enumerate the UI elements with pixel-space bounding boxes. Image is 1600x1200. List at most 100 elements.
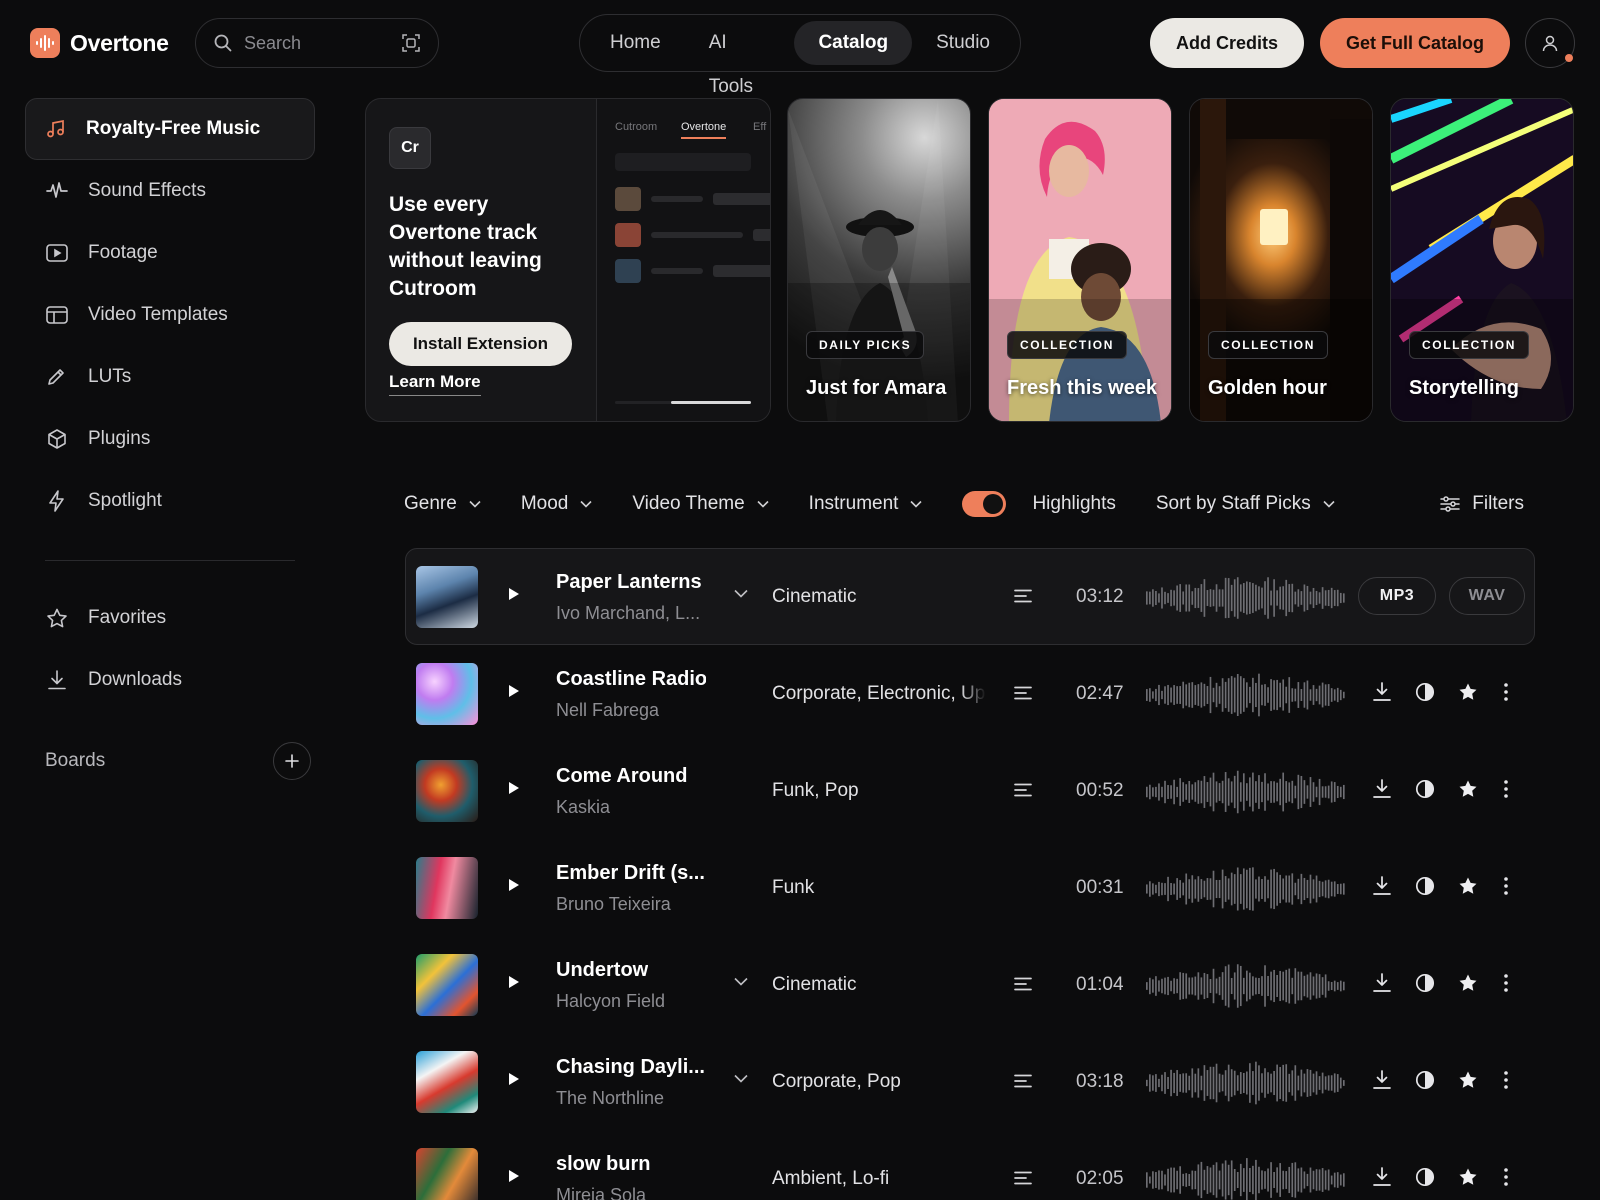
mp3-download-button[interactable]: MP3: [1358, 577, 1436, 615]
play-icon[interactable]: [508, 684, 520, 698]
download-icon[interactable]: [1372, 1070, 1392, 1090]
track-waveform[interactable]: [1146, 1158, 1346, 1200]
track-title[interactable]: Chasing Dayli...: [556, 1056, 705, 1079]
nav-tab-catalog[interactable]: Catalog: [794, 21, 913, 65]
collection-card-fresh-this-week[interactable]: COLLECTION Fresh this week: [988, 98, 1172, 422]
versions-chevron-icon[interactable]: [734, 589, 748, 598]
search-bar[interactable]: Search: [195, 18, 439, 68]
stems-icon[interactable]: [1014, 589, 1032, 603]
track-waveform[interactable]: [1146, 1061, 1346, 1105]
track-row[interactable]: Coastline Radio Nell Fabrega Corporate, …: [405, 645, 1535, 742]
instrument-filter-dropdown[interactable]: Instrument: [809, 493, 923, 515]
add-board-button[interactable]: [273, 742, 311, 780]
wav-download-button[interactable]: WAV: [1449, 577, 1525, 615]
download-icon[interactable]: [1372, 973, 1392, 993]
favorite-star-icon[interactable]: [1458, 1167, 1478, 1187]
collection-card-storytelling[interactable]: COLLECTION Storytelling: [1390, 98, 1574, 422]
track-waveform[interactable]: [1146, 576, 1346, 620]
similar-tracks-icon[interactable]: [1415, 876, 1435, 896]
track-artist[interactable]: Mireia Sola: [556, 1185, 646, 1200]
track-row[interactable]: Come Around Kaskia Funk, Pop 00:52: [405, 742, 1535, 839]
track-artist[interactable]: Ivo Marchand, L...: [556, 603, 700, 624]
sort-dropdown[interactable]: Sort by Staff Picks: [1156, 493, 1335, 515]
stems-icon[interactable]: [1014, 783, 1032, 797]
sidebar-item-sound-effects[interactable]: Sound Effects: [25, 160, 315, 222]
app-logo[interactable]: Overtone: [30, 28, 169, 58]
collection-card-just-for-amara[interactable]: DAILY PICKS Just for Amara: [787, 98, 971, 422]
track-waveform[interactable]: [1146, 964, 1346, 1008]
play-icon[interactable]: [508, 878, 520, 892]
track-waveform[interactable]: [1146, 673, 1346, 717]
track-title[interactable]: Undertow: [556, 959, 648, 982]
highlights-toggle[interactable]: [962, 491, 1007, 517]
track-artist[interactable]: Nell Fabrega: [556, 700, 659, 721]
download-icon[interactable]: [1372, 682, 1392, 702]
download-icon[interactable]: [1372, 876, 1392, 896]
track-row[interactable]: Undertow Halcyon Field Cinematic 01:04: [405, 936, 1535, 1033]
favorite-star-icon[interactable]: [1458, 682, 1478, 702]
track-title[interactable]: Come Around: [556, 765, 687, 788]
stems-icon[interactable]: [1014, 977, 1032, 991]
sidebar-item-downloads[interactable]: Downloads: [25, 649, 315, 711]
mood-filter-dropdown[interactable]: Mood: [521, 493, 593, 515]
track-artist[interactable]: Kaskia: [556, 797, 610, 818]
get-full-catalog-button[interactable]: Get Full Catalog: [1320, 18, 1510, 68]
sidebar-item-spotlight[interactable]: Spotlight: [25, 470, 315, 532]
sidebar-item-footage[interactable]: Footage: [25, 222, 315, 284]
track-title[interactable]: slow burn: [556, 1153, 650, 1176]
track-title[interactable]: Coastline Radio: [556, 668, 706, 691]
similar-tracks-icon[interactable]: [1415, 973, 1435, 993]
install-extension-button[interactable]: Install Extension: [389, 322, 572, 366]
favorite-star-icon[interactable]: [1458, 876, 1478, 896]
stems-icon[interactable]: [1014, 1171, 1032, 1185]
more-options-icon[interactable]: [1504, 973, 1508, 993]
track-artist[interactable]: The Northline: [556, 1088, 664, 1109]
more-options-icon[interactable]: [1504, 1167, 1508, 1187]
track-artist[interactable]: Bruno Teixeira: [556, 894, 671, 915]
download-icon[interactable]: [1372, 779, 1392, 799]
more-options-icon[interactable]: [1504, 682, 1508, 702]
collection-card-golden-hour[interactable]: COLLECTION Golden hour: [1189, 98, 1373, 422]
user-avatar[interactable]: [1525, 18, 1575, 68]
track-title[interactable]: Paper Lanterns: [556, 571, 702, 594]
more-options-icon[interactable]: [1504, 876, 1508, 896]
track-artist[interactable]: Halcyon Field: [556, 991, 665, 1012]
download-icon[interactable]: [1372, 1167, 1392, 1187]
favorite-star-icon[interactable]: [1458, 1070, 1478, 1090]
track-row[interactable]: Chasing Dayli... The Northline Corporate…: [405, 1033, 1535, 1130]
video-theme-filter-dropdown[interactable]: Video Theme: [632, 493, 769, 515]
highlights-toggle-group[interactable]: Highlights: [962, 491, 1116, 517]
versions-chevron-icon[interactable]: [734, 977, 748, 986]
similar-tracks-icon[interactable]: [1415, 779, 1435, 799]
track-row[interactable]: Paper Lanterns Ivo Marchand, L... Cinema…: [405, 548, 1535, 645]
play-icon[interactable]: [508, 587, 520, 601]
filters-button[interactable]: Filters: [1440, 493, 1524, 515]
stems-icon[interactable]: [1014, 686, 1032, 700]
play-icon[interactable]: [508, 781, 520, 795]
similar-tracks-icon[interactable]: [1415, 1070, 1435, 1090]
sidebar-item-royalty-free-music[interactable]: Royalty-Free Music: [25, 98, 315, 160]
favorite-star-icon[interactable]: [1458, 973, 1478, 993]
learn-more-link[interactable]: Learn More: [389, 372, 481, 396]
favorite-star-icon[interactable]: [1458, 779, 1478, 799]
track-row[interactable]: slow burn Mireia Sola Ambient, Lo-fi 02:…: [405, 1130, 1535, 1200]
more-options-icon[interactable]: [1504, 779, 1508, 799]
play-icon[interactable]: [508, 1072, 520, 1086]
nav-tab-studio[interactable]: Studio: [912, 21, 1014, 65]
versions-chevron-icon[interactable]: [734, 1074, 748, 1083]
similar-tracks-icon[interactable]: [1415, 1167, 1435, 1187]
sidebar-item-luts[interactable]: LUTs: [25, 346, 315, 408]
visual-search-icon[interactable]: [402, 34, 420, 52]
nav-tab-home[interactable]: Home: [586, 21, 685, 65]
sidebar-item-plugins[interactable]: Plugins: [25, 408, 315, 470]
track-waveform[interactable]: [1146, 770, 1346, 814]
nav-tab-ai-tools[interactable]: AI Tools: [685, 21, 795, 97]
play-icon[interactable]: [508, 1169, 520, 1183]
search-input[interactable]: Search: [244, 33, 390, 54]
track-title[interactable]: Ember Drift (s...: [556, 862, 705, 885]
track-waveform[interactable]: [1146, 867, 1346, 911]
sidebar-item-video-templates[interactable]: Video Templates: [25, 284, 315, 346]
genre-filter-dropdown[interactable]: Genre: [404, 493, 481, 515]
add-credits-button[interactable]: Add Credits: [1150, 18, 1304, 68]
similar-tracks-icon[interactable]: [1415, 682, 1435, 702]
